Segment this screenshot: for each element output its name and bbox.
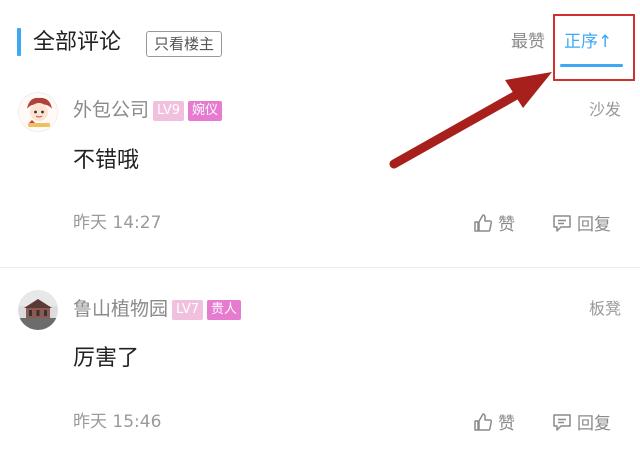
title-badge: 贵人: [207, 300, 242, 320]
reply-label: 回复: [577, 215, 611, 235]
thumbs-up-icon: [474, 413, 492, 431]
floor-label: 沙发: [588, 100, 621, 119]
reply-button[interactable]: 回复: [551, 411, 611, 435]
reply-button[interactable]: 回复: [551, 212, 611, 236]
level-badge: LV9: [153, 101, 184, 121]
username-text[interactable]: 鲁山植物园: [73, 298, 168, 320]
like-label: 赞: [498, 215, 515, 235]
comment-username[interactable]: 鲁山植物园 LV7 贵人: [73, 296, 242, 322]
avatar[interactable]: [18, 92, 58, 132]
annotation-highlight-box: [553, 14, 635, 81]
comment-username[interactable]: 外包公司 LV9 婉仪: [73, 97, 223, 123]
like-label: 赞: [498, 414, 515, 434]
avatar[interactable]: [18, 290, 58, 330]
sort-most-liked-tab[interactable]: 最赞: [511, 29, 545, 55]
cartoon-avatar-icon: [19, 93, 57, 131]
username-text[interactable]: 外包公司: [73, 99, 149, 121]
like-button[interactable]: 赞: [472, 212, 515, 236]
thumbs-up-icon: [474, 214, 492, 232]
comment-time: 昨天 14:27: [73, 213, 162, 233]
header-accent-bar: [17, 28, 21, 56]
level-badge: LV7: [172, 300, 203, 320]
reply-bubble-icon: [553, 414, 571, 431]
comment-divider: [0, 267, 640, 268]
reply-label: 回复: [577, 414, 611, 434]
building-photo-avatar-icon: [18, 290, 58, 330]
reply-bubble-icon: [553, 215, 571, 232]
comments-header: 全部评论 只看楼主 最赞 正序↑: [0, 0, 640, 84]
floor-label: 板凳: [588, 299, 621, 318]
title-badge: 婉仪: [188, 101, 223, 121]
comment-content: 厉害了: [73, 346, 140, 371]
comment-time: 昨天 15:46: [73, 412, 162, 432]
only-host-button[interactable]: 只看楼主: [146, 31, 223, 57]
comment-content: 不错哦: [73, 148, 140, 173]
comments-title: 全部评论: [33, 30, 122, 55]
like-button[interactable]: 赞: [472, 411, 515, 435]
